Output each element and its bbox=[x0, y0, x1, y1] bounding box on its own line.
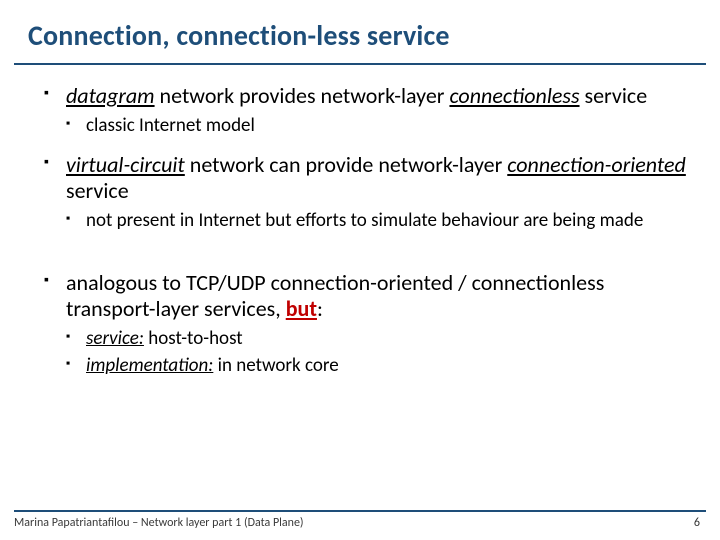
bullet-2-term-2: connection-oriented bbox=[507, 151, 686, 178]
slide-body: datagram network provides network-layer … bbox=[0, 65, 720, 378]
bullet-3: analogous to TCP/UDP connection-oriented… bbox=[44, 270, 686, 378]
bullet-1-text-2: service bbox=[580, 82, 648, 109]
bullet-2-text-1: network can provide network-layer bbox=[185, 151, 507, 178]
bullet-3-text-1: analogous to TCP/UDP connection-oriented… bbox=[66, 269, 604, 322]
bullet-3-sub-2: implementation: in network core bbox=[66, 355, 686, 378]
bullet-1-sub-1: classic Internet model bbox=[66, 115, 686, 138]
page-number: 6 bbox=[694, 516, 706, 530]
slide-title: Connection, connection-less service bbox=[0, 0, 720, 63]
bullet-1: datagram network provides network-layer … bbox=[44, 83, 686, 138]
bullet-2-text-2: service bbox=[66, 177, 129, 204]
bullet-3-but: but bbox=[286, 295, 317, 322]
footer: Marina Papatriantafilou – Network layer … bbox=[14, 510, 706, 530]
footer-text: Marina Papatriantafilou – Network layer … bbox=[14, 516, 304, 530]
bullet-3-colon: : bbox=[317, 295, 323, 322]
bullet-2-sub-1: not present in Internet but efforts to s… bbox=[66, 210, 686, 233]
bullet-1-term-2: connectionless bbox=[449, 82, 579, 109]
bullet-2-sublist: not present in Internet but efforts to s… bbox=[66, 210, 686, 233]
bullet-list: datagram network provides network-layer … bbox=[44, 83, 686, 232]
bullet-1-term-1: datagram bbox=[66, 82, 155, 109]
bullet-list-2: analogous to TCP/UDP connection-oriented… bbox=[44, 270, 686, 378]
bullet-3-sublist: service: host-to-host implementation: in… bbox=[66, 328, 686, 378]
slide: { "title": "Connection, connection-less … bbox=[0, 0, 720, 540]
bullet-3-sub-2-text: in network core bbox=[213, 354, 338, 377]
bullet-3-sub-1: service: host-to-host bbox=[66, 328, 686, 351]
bullet-2-term-1: virtual-circuit bbox=[66, 151, 185, 178]
spacer bbox=[44, 246, 686, 270]
bullet-3-sub-2-term: implementation: bbox=[86, 354, 213, 377]
bullet-1-text-1: network provides network-layer bbox=[155, 82, 450, 109]
bullet-2: virtual-circuit network can provide netw… bbox=[44, 152, 686, 233]
bullet-1-sublist: classic Internet model bbox=[66, 115, 686, 138]
bullet-3-sub-1-term: service: bbox=[86, 327, 144, 350]
bullet-3-sub-1-text: host-to-host bbox=[144, 327, 243, 350]
